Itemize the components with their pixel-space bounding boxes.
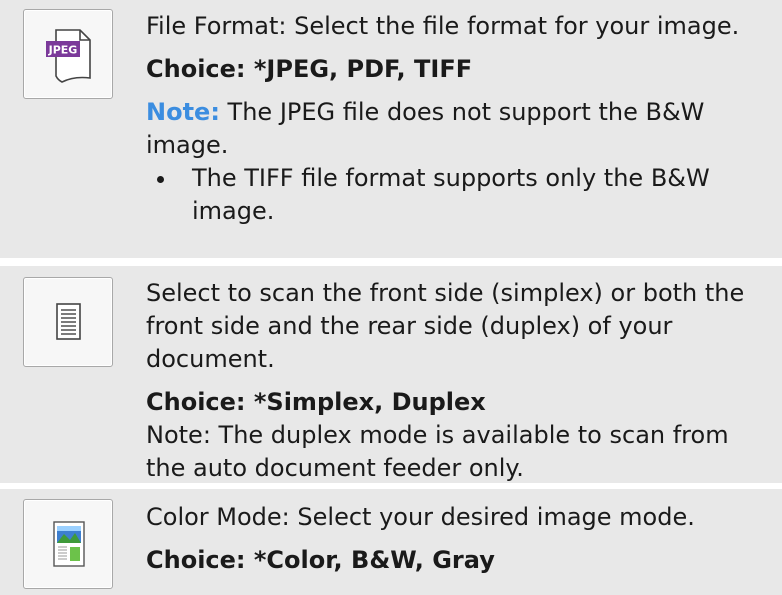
color-image-icon xyxy=(53,521,85,567)
format-choice: Choice: *JPEG, PDF, TIFF xyxy=(146,55,473,83)
color-choice: Choice: *Color, B&W, Gray xyxy=(146,546,495,574)
file-format-description: File Format: Select the file format for … xyxy=(146,10,766,228)
format-note: Note: The JPEG file does not support the… xyxy=(146,96,766,162)
duplex-button[interactable] xyxy=(23,277,113,367)
color-mode-description: Color Mode: Select your desired image mo… xyxy=(146,501,766,577)
duplex-desc: Select to scan the front side (simplex) … xyxy=(146,279,745,373)
file-format-button[interactable]: JPEG xyxy=(23,9,113,99)
format-desc: File Format: Select the file format for … xyxy=(146,12,740,40)
document-page-icon xyxy=(56,303,81,340)
jpeg-label: JPEG xyxy=(48,44,78,57)
color-mode-section: Color Mode: Select your desired image mo… xyxy=(0,489,782,595)
duplex-description: Select to scan the front side (simplex) … xyxy=(146,277,766,485)
color-mode-button[interactable] xyxy=(23,499,113,589)
note-text: The JPEG file does not support the B&W i… xyxy=(146,98,705,159)
duplex-note: Note: The duplex mode is available to sc… xyxy=(146,421,729,482)
file-format-section: JPEG File Format: Select the file format… xyxy=(0,0,782,258)
note-label: Note: xyxy=(146,98,220,126)
format-bullet: The TIFF file format supports only the B… xyxy=(146,162,766,228)
color-desc: Color Mode: Select your desired image mo… xyxy=(146,503,695,531)
duplex-section: Select to scan the front side (simplex) … xyxy=(0,266,782,483)
duplex-choice: Choice: *Simplex, Duplex xyxy=(146,388,486,416)
jpeg-file-icon: JPEG xyxy=(46,29,91,83)
